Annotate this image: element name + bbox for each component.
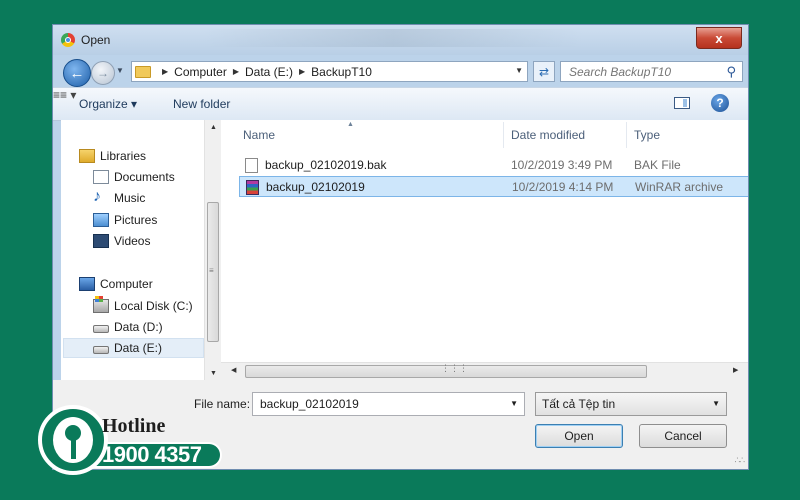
file-type-select[interactable]: Tất cả Tệp tin ▼	[535, 392, 727, 416]
scroll-right-icon[interactable]: ▶	[733, 366, 738, 374]
sidebar-item-label: Data (D:)	[114, 320, 163, 334]
breadcrumb-computer[interactable]: Computer	[174, 65, 227, 79]
table-row[interactable]: backup_02102019 10/2/2019 4:14 PM WinRAR…	[239, 176, 748, 197]
computer-icon	[79, 277, 95, 291]
file-name: backup_02102019.bak	[265, 158, 387, 172]
column-header-date[interactable]: Date modified	[511, 120, 585, 150]
command-bar: Organize ▾ New folder ≡≡ ▾ ?	[53, 87, 748, 121]
hotline-number: 1900 4357	[102, 442, 202, 467]
sidebar-item-videos[interactable]: Videos	[93, 231, 150, 251]
chevron-right-icon[interactable]: ▶	[162, 67, 168, 76]
title-bar[interactable]: Open x	[53, 25, 748, 55]
resize-grip-icon[interactable]: ∴∴	[735, 455, 746, 466]
cancel-button[interactable]: Cancel	[639, 424, 727, 448]
title-bar-blur	[203, 29, 583, 47]
history-dropdown-icon[interactable]: ▼	[116, 66, 124, 75]
sidebar-item-label: Pictures	[114, 213, 158, 227]
local-disk-icon	[93, 296, 109, 313]
file-name: backup_02102019	[266, 180, 365, 194]
scroll-up-icon[interactable]: ▲	[210, 124, 217, 131]
open-dialog: Open x ← → ▼ ▶ Computer ▶ Data (E:) ▶ Ba…	[52, 24, 749, 470]
sidebar-item-label: Computer	[100, 277, 153, 291]
chevron-down-icon[interactable]: ▼	[712, 399, 720, 408]
phone-icon-glyph	[53, 417, 93, 463]
browser-area: Libraries Documents Music Pictures Video…	[61, 120, 748, 380]
change-view-icon[interactable]: ≡≡ ▾	[53, 88, 76, 102]
file-type: BAK File	[634, 158, 681, 172]
hotline-title: Hotline	[102, 415, 166, 437]
navigation-bar: ← → ▼ ▶ Computer ▶ Data (E:) ▶ BackupT10…	[53, 55, 748, 87]
sidebar-item-label: Music	[114, 191, 146, 205]
phone-icon	[38, 405, 108, 475]
libraries-icon	[79, 149, 95, 163]
column-header-name[interactable]: Name	[243, 120, 275, 150]
hotline-badge: 1900 4357 Hotline	[38, 405, 228, 477]
scroll-left-icon[interactable]: ◀	[231, 366, 236, 374]
close-button[interactable]: x	[696, 27, 742, 49]
videos-icon	[93, 234, 109, 248]
file-date: 10/2/2019 4:14 PM	[512, 180, 614, 194]
sidebar-item-label: Libraries	[100, 149, 147, 163]
chevron-down-icon[interactable]: ▼	[510, 399, 518, 408]
column-divider[interactable]	[626, 122, 627, 148]
file-list-scrollbar[interactable]: ◀ ⋮⋮⋮ ▶	[221, 362, 748, 380]
documents-icon	[93, 170, 109, 184]
navigation-scrollbar[interactable]: ▲ ≡ ▼	[204, 120, 221, 380]
organize-button[interactable]: Organize ▾	[79, 97, 137, 111]
breadcrumb-data-e[interactable]: Data (E:)	[245, 65, 293, 79]
address-bar[interactable]: ▶ Computer ▶ Data (E:) ▶ BackupT10 ▼	[131, 61, 528, 82]
sidebar-item-data-e[interactable]: Data (E:)	[63, 338, 204, 358]
sidebar-item-data-d[interactable]: Data (D:)	[93, 317, 163, 337]
sidebar-item-label: Documents	[114, 170, 175, 184]
search-input[interactable]	[567, 63, 721, 80]
pictures-icon	[93, 213, 109, 227]
grip-icon: ≡	[209, 266, 214, 275]
chrome-icon	[61, 33, 75, 47]
search-icon[interactable]: ⚲	[726, 64, 736, 80]
grip-icon: ⋮⋮⋮	[441, 363, 468, 373]
folder-icon	[135, 65, 151, 78]
address-dropdown-icon[interactable]: ▼	[515, 66, 523, 75]
help-icon[interactable]: ?	[711, 94, 729, 112]
refresh-button[interactable]: ⇄	[533, 61, 555, 82]
music-icon	[93, 188, 109, 206]
sidebar-item-label: Videos	[114, 234, 151, 248]
file-date: 10/2/2019 3:49 PM	[511, 158, 613, 172]
sidebar-item-pictures[interactable]: Pictures	[93, 210, 157, 230]
sort-ascending-icon: ▲	[347, 121, 354, 128]
sidebar-item-libraries[interactable]: Libraries	[79, 146, 146, 166]
navigation-pane: Libraries Documents Music Pictures Video…	[61, 120, 204, 380]
sidebar-item-documents[interactable]: Documents	[93, 167, 175, 187]
drive-icon	[93, 346, 109, 354]
column-header-type[interactable]: Type	[634, 120, 660, 150]
drive-icon	[93, 325, 109, 333]
open-button[interactable]: Open	[535, 424, 623, 448]
window-title: Open	[81, 33, 111, 47]
breadcrumb-backupt10[interactable]: BackupT10	[311, 65, 372, 79]
sidebar-item-local-disk-c[interactable]: Local Disk (C:)	[93, 296, 193, 316]
column-divider[interactable]	[503, 122, 504, 148]
forward-button[interactable]: →	[91, 61, 115, 85]
file-name-combobox[interactable]: ▼	[252, 392, 525, 416]
refresh-icon: ⇄	[538, 64, 550, 79]
table-row[interactable]: backup_02102019.bak 10/2/2019 3:49 PM BA…	[239, 155, 748, 176]
new-folder-button[interactable]: New folder	[173, 97, 230, 111]
preview-pane-icon[interactable]	[674, 97, 690, 109]
file-name-input[interactable]	[258, 396, 492, 412]
file-list: ▲ Name Date modified Type backup_0210201…	[221, 120, 748, 380]
bak-file-icon	[245, 158, 258, 173]
chevron-right-icon[interactable]: ▶	[233, 67, 239, 76]
sidebar-item-music[interactable]: Music	[93, 188, 145, 208]
scroll-down-icon[interactable]: ▼	[210, 370, 217, 377]
sidebar-item-computer[interactable]: Computer	[79, 274, 153, 294]
back-button[interactable]: ←	[63, 59, 91, 87]
chevron-right-icon[interactable]: ▶	[299, 67, 305, 76]
search-box[interactable]: ⚲	[560, 61, 743, 82]
winrar-icon	[246, 180, 259, 195]
sidebar-item-label: Data (E:)	[114, 341, 163, 355]
file-type: WinRAR archive	[635, 180, 724, 194]
sidebar-item-label: Local Disk (C:)	[114, 299, 193, 313]
file-type-value: Tất cả Tệp tin	[542, 397, 616, 411]
hotline-number-bar: 1900 4357	[94, 442, 222, 468]
